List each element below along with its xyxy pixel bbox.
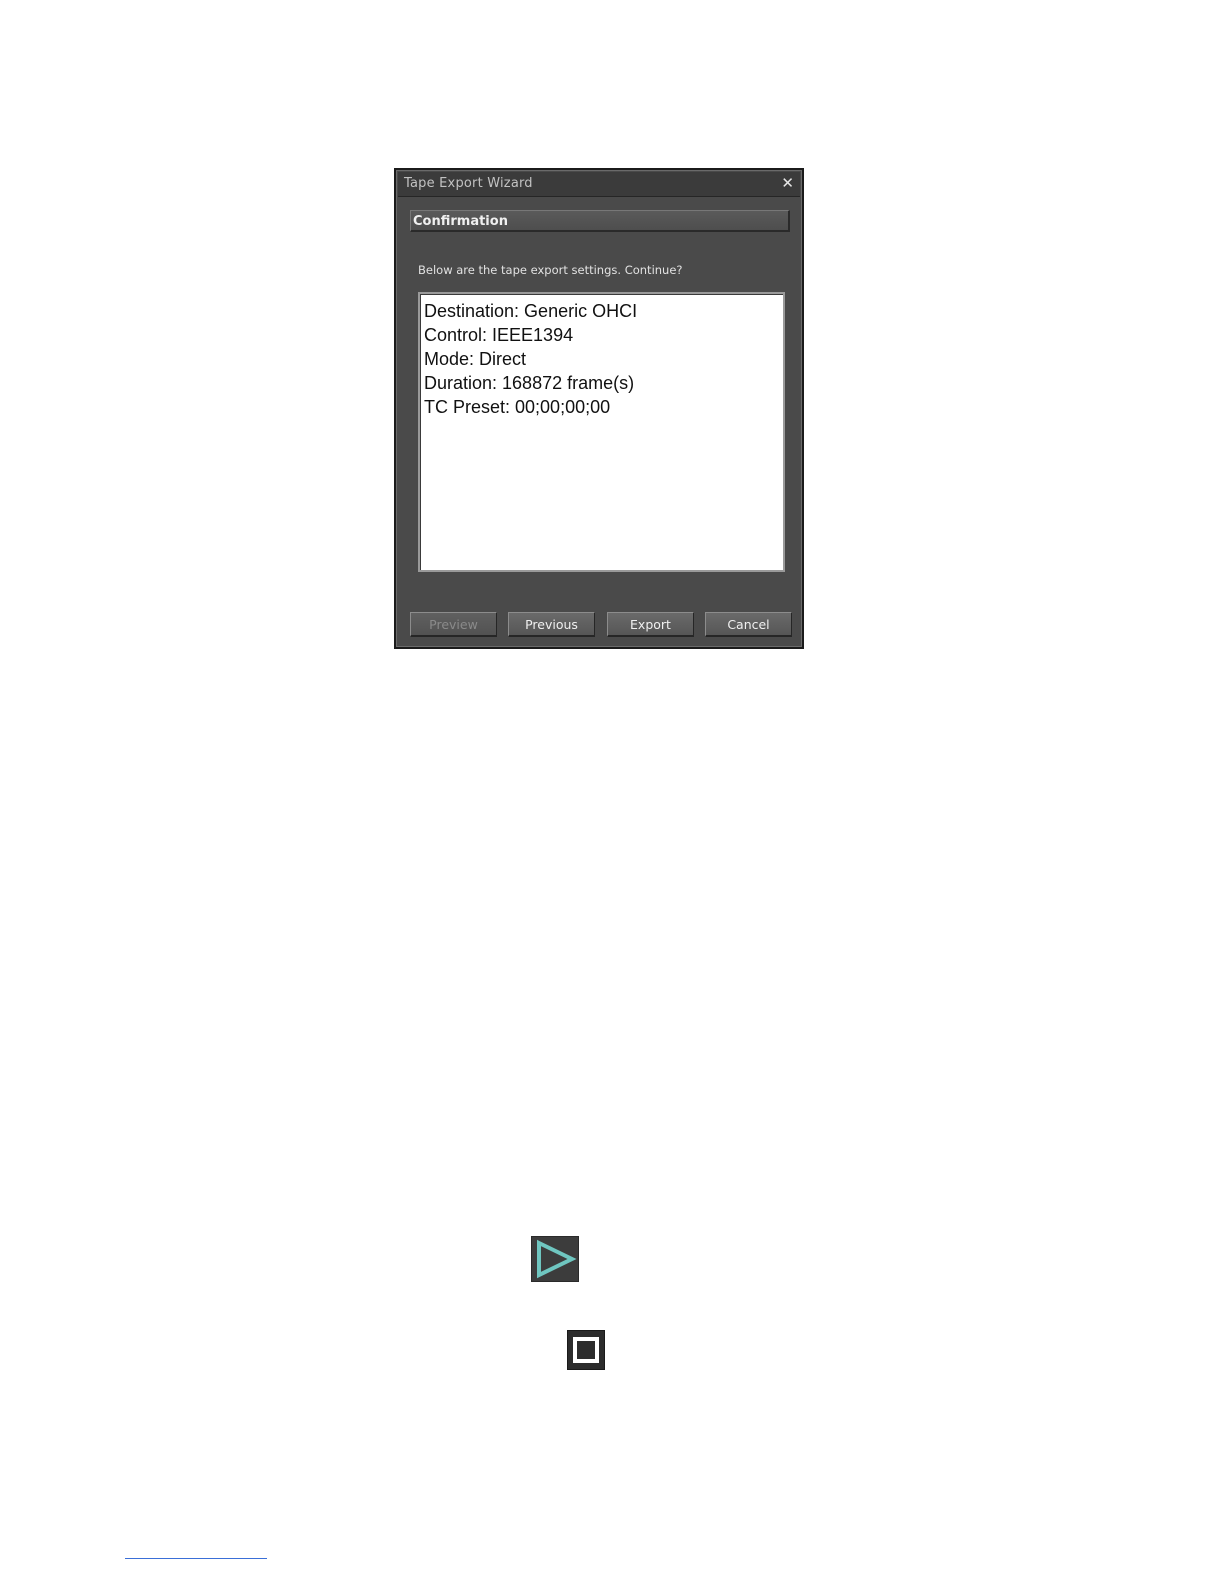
setting-destination: Destination: Generic OHCI (424, 301, 638, 321)
dialog-titlebar[interactable]: Tape Export Wizard ✕ (398, 172, 800, 197)
setting-tc-preset: TC Preset: 00;00;00;00 (424, 397, 611, 417)
close-icon[interactable]: ✕ (781, 174, 794, 192)
section-header: Confirmation (410, 210, 790, 232)
previous-button[interactable]: Previous (508, 612, 595, 637)
play-icon (531, 1236, 579, 1282)
preview-button[interactable]: Preview (410, 612, 497, 637)
confirmation-prompt: Below are the tape export settings. Cont… (418, 263, 683, 277)
button-row: Preview Previous Export Cancel (410, 612, 792, 638)
footnote-separator (125, 1558, 267, 1559)
stop-square-icon (573, 1337, 599, 1363)
tape-export-wizard-dialog: Tape Export Wizard ✕ Confirmation Below … (394, 168, 804, 649)
setting-duration: Duration: 168872 frame(s) (424, 373, 635, 393)
play-triangle-icon (537, 1239, 577, 1279)
setting-control: Control: IEEE1394 (424, 325, 574, 345)
settings-summary-box[interactable]: Destination: Generic OHCI Control: IEEE1… (418, 292, 785, 572)
setting-mode: Mode: Direct (424, 349, 527, 369)
cancel-button[interactable]: Cancel (705, 612, 792, 637)
export-button[interactable]: Export (607, 612, 694, 637)
dialog-title: Tape Export Wizard (404, 176, 533, 191)
stop-icon (567, 1330, 605, 1370)
section-header-label: Confirmation (413, 214, 508, 229)
